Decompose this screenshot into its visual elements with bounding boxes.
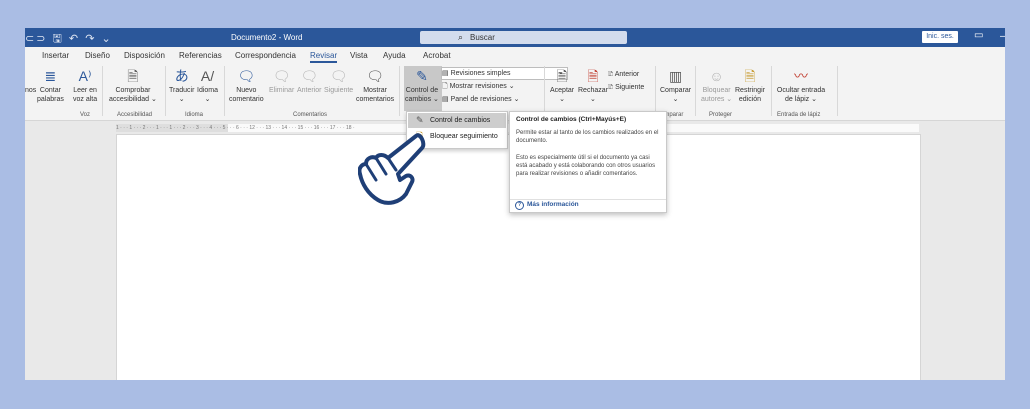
delete-comment-button[interactable]: 🗨 Eliminar xyxy=(269,68,294,95)
track-changes-button[interactable]: ✎ Control de cambios ⌄ xyxy=(405,68,439,104)
language-icon: A/ xyxy=(200,68,215,84)
track-changes-icon: ✎ xyxy=(416,68,428,84)
compare-button[interactable]: ▥ Comparar ⌄ xyxy=(660,68,691,104)
block-authors-button[interactable]: ☺ Bloquear autores ⌄ xyxy=(701,68,732,104)
read-aloud-icon: A⁾ xyxy=(78,68,92,84)
tab-insertar[interactable]: Insertar xyxy=(42,51,69,60)
group-proteger-label: Proteger xyxy=(709,112,733,118)
restrict-editing-button[interactable]: 🗎 Restringir edición xyxy=(735,68,765,104)
reviewing-pane-button[interactable]: ▤ Panel de revisiones ⌄ xyxy=(442,95,519,103)
read-aloud-button[interactable]: A⁾ Leer en voz alta xyxy=(73,68,97,104)
accessibility-icon: 🗎 xyxy=(127,68,139,84)
next-comment-icon: 🗨 xyxy=(329,68,348,84)
tooltip-paragraph-2: Esto es especialmente útil si el documen… xyxy=(516,155,656,177)
ribbon-display-icon[interactable]: ▭ xyxy=(974,30,983,41)
search-box[interactable]: ⌕ Buscar xyxy=(420,31,627,44)
tab-vista[interactable]: Vista xyxy=(350,51,368,60)
new-comment-icon: 🗨 xyxy=(237,68,256,84)
translate-button[interactable]: あ Traducir ⌄ xyxy=(169,68,194,104)
block-authors-icon: ☺ xyxy=(709,68,724,84)
show-markup-button[interactable]: 🗋 Mostrar revisiones ⌄ xyxy=(442,82,515,93)
separator xyxy=(224,66,225,116)
help-icon: ? xyxy=(515,201,524,210)
new-comment-button[interactable]: 🗨 Nuevo comentario xyxy=(229,68,264,104)
compare-icon: ▥ xyxy=(668,68,683,84)
tab-ayuda[interactable]: Ayuda xyxy=(383,51,406,60)
more-info-link[interactable]: ? Más información xyxy=(515,201,579,210)
ribbon-tabs: Insertar Diseño Disposición Referencias … xyxy=(25,47,1005,64)
delete-comment-icon: 🗨 xyxy=(272,68,291,84)
document-title: Documento2 - Word xyxy=(231,33,303,42)
ink-icon: 〰 xyxy=(794,68,808,84)
next-change-button[interactable]: 🗈 Siguiente xyxy=(608,83,644,94)
pointing-hand-icon xyxy=(358,133,426,205)
accept-button[interactable]: 🗎 Aceptar ⌄ xyxy=(550,68,574,104)
separator xyxy=(837,66,838,116)
separator xyxy=(695,66,696,116)
accept-icon: 🗎 xyxy=(556,68,568,84)
hide-ink-button[interactable]: 〰 Ocultar entrada de lápiz ⌄ xyxy=(763,68,839,104)
search-placeholder: Buscar xyxy=(470,33,495,42)
previous-change-button[interactable]: 🗈 Anterior xyxy=(608,70,639,81)
tab-referencias[interactable]: Referencias xyxy=(179,51,222,60)
word-window: ⊂⊃ 🖫 ↶ ↷ ⌄ Documento2 - Word ⌕ Buscar In… xyxy=(25,28,1005,380)
tab-diseno[interactable]: Diseño xyxy=(85,51,110,60)
check-accessibility-button[interactable]: 🗎 Comprobar accesibilidad ⌄ xyxy=(109,68,157,104)
word-count-icon: ≣ xyxy=(44,68,57,84)
group-voz-label: Voz xyxy=(80,112,91,118)
reject-icon: 🗎 xyxy=(587,68,599,84)
tooltip-paragraph-1: Permite estar al tanto de los cambios re… xyxy=(516,130,659,144)
display-for-review-value: ▤ Revisiones simples xyxy=(442,70,511,77)
group-entrada-label: Entrada de lápiz xyxy=(777,112,821,118)
separator xyxy=(399,66,400,116)
tab-disposicion[interactable]: Disposición xyxy=(124,51,165,60)
word-count-button[interactable]: ≣ Contar palabras xyxy=(37,68,64,104)
tab-acrobat[interactable]: Acrobat xyxy=(423,51,451,60)
lock-icon: 🗎 xyxy=(744,68,756,84)
tooltip-divider xyxy=(510,199,666,200)
separator xyxy=(655,66,656,116)
synonyms-button[interactable]: nos xyxy=(25,86,36,95)
separator xyxy=(165,66,166,116)
minimize-icon[interactable]: – xyxy=(1000,31,1005,42)
show-comments-icon: 🗨 xyxy=(366,68,384,84)
previous-comment-icon: 🗨 xyxy=(300,68,319,84)
reject-button[interactable]: 🗎 Rechazar ⌄ xyxy=(578,68,608,104)
language-button[interactable]: A/ Idioma ⌄ xyxy=(197,68,218,104)
group-comentarios-label: Comentarios xyxy=(293,112,328,118)
tab-correspondencia[interactable]: Correspondencia xyxy=(235,51,296,60)
menu-item-track-changes[interactable]: ✎ Control de cambios xyxy=(408,113,506,128)
signin-button[interactable]: Inic. ses. xyxy=(922,31,958,43)
group-accesibilidad-label: Accesibilidad xyxy=(117,112,153,118)
previous-comment-button[interactable]: 🗨 Anterior xyxy=(297,68,322,95)
search-icon: ⌕ xyxy=(458,32,464,42)
tab-revisar[interactable]: Revisar xyxy=(310,51,338,63)
track-changes-icon: ✎ xyxy=(416,115,424,125)
tooltip-title: Control de cambios (Ctrl+Mayús+E) xyxy=(516,116,627,123)
title-bar: ⊂⊃ 🖫 ↶ ↷ ⌄ Documento2 - Word ⌕ Buscar In… xyxy=(25,28,1005,47)
separator xyxy=(102,66,103,116)
track-changes-tooltip: Control de cambios (Ctrl+Mayús+E) Permit… xyxy=(509,111,667,213)
group-idioma-label: Idioma xyxy=(185,112,204,118)
ruler-ticks: 1 · · · 1 · · · 2 · · · 1 · · · 1 · · · … xyxy=(116,125,355,131)
next-comment-button[interactable]: 🗨 Siguiente xyxy=(324,68,353,95)
separator xyxy=(544,66,545,116)
translate-icon: あ xyxy=(174,68,189,84)
show-comments-button[interactable]: 🗨 Mostrar comentarios xyxy=(356,68,394,104)
